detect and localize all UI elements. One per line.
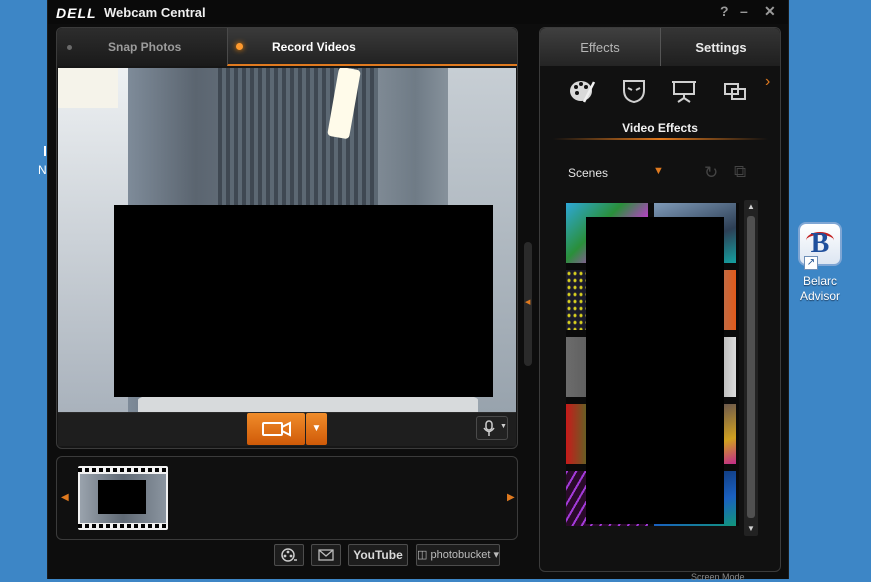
tab-indicator-off	[67, 45, 72, 50]
tab-effects[interactable]: Effects	[540, 28, 660, 66]
effects-more-arrow[interactable]: ›	[765, 73, 770, 91]
belarc-icon: B ↗	[798, 222, 842, 270]
redacted-region	[586, 217, 724, 524]
tab-settings-label: Settings	[695, 40, 747, 55]
tab-snap-photos-label: Snap Photos	[108, 40, 182, 54]
overlay-frames-icon[interactable]	[721, 78, 749, 104]
filmstrip-prev-arrow[interactable]: ◀	[61, 492, 69, 503]
copy-icon: ⧉	[734, 162, 747, 181]
collapse-arrow-icon: ◀	[525, 299, 531, 306]
scroll-down-arrow[interactable]: ▼	[744, 524, 758, 533]
help-button[interactable]: ?	[720, 3, 729, 19]
desktop-label-fragment: N	[38, 163, 47, 177]
chevron-down-icon: ▼	[500, 423, 507, 430]
panel-collapse-handle[interactable]: ◀	[524, 242, 532, 366]
tab-snap-photos[interactable]: Snap Photos	[57, 28, 227, 66]
palette-icon[interactable]	[568, 78, 596, 104]
title-underline	[553, 138, 768, 140]
photobucket-button[interactable]: ◫ photobucket ▾	[416, 544, 500, 566]
webcam-central-window: DELL Webcam Central ? – ✕ Snap Photos Re…	[47, 0, 789, 582]
desktop-icon-fragment	[44, 146, 46, 156]
recorded-video-thumbnail[interactable]	[78, 466, 168, 530]
tab-record-videos[interactable]: Record Videos	[227, 28, 517, 66]
youtube-button[interactable]: YouTube	[348, 544, 408, 566]
close-button[interactable]: ✕	[764, 3, 776, 20]
film-reel-icon	[281, 548, 297, 562]
redacted-region	[114, 205, 493, 397]
film-perforation-top	[78, 468, 168, 472]
tab-settings[interactable]: Settings	[660, 28, 780, 66]
chevron-down-icon: ▾	[490, 549, 499, 561]
thumbnail-redacted-region	[98, 480, 146, 514]
presentation-icon[interactable]	[670, 78, 698, 104]
scrollbar-thumb[interactable]	[747, 216, 755, 518]
chevron-down-icon[interactable]: ▼	[653, 165, 664, 177]
film-perforation-bottom	[78, 524, 168, 528]
window-title: Webcam Central	[104, 5, 206, 20]
filmstrip-next-arrow[interactable]: ▶	[507, 492, 515, 503]
preview-ceiling-light	[58, 68, 118, 108]
refresh-icon: ↻	[704, 163, 719, 182]
video-camera-icon	[262, 421, 291, 437]
photobucket-label: photobucket	[430, 549, 491, 561]
record-options-dropdown[interactable]: ▼	[306, 413, 327, 445]
minimize-button[interactable]: –	[740, 3, 748, 19]
email-icon	[318, 549, 334, 561]
dell-logo: DELL	[56, 5, 97, 21]
scenes-thumbnail-grid	[566, 203, 739, 526]
email-button[interactable]	[311, 544, 341, 566]
scroll-up-arrow[interactable]: ▲	[744, 202, 758, 211]
tab-indicator-on	[236, 43, 243, 50]
belarc-advisor-shortcut[interactable]: B ↗ Belarc Advisor	[790, 220, 850, 304]
scenes-dropdown-label[interactable]: Scenes	[568, 166, 608, 180]
microphone-icon	[483, 420, 495, 436]
tab-effects-label: Effects	[580, 40, 620, 55]
microphone-button[interactable]: ▼	[476, 416, 508, 440]
shortcut-arrow-icon: ↗	[804, 256, 818, 270]
avatar-mask-icon[interactable]	[620, 78, 648, 104]
film-reel-button[interactable]	[274, 544, 304, 566]
camera-icon: ◫	[417, 549, 431, 561]
video-preview	[58, 68, 516, 412]
belarc-label: Belarc Advisor	[799, 274, 840, 303]
bottom-label-fragment: Screen Mode	[691, 572, 745, 582]
tab-record-videos-label: Record Videos	[272, 40, 356, 54]
video-effects-title: Video Effects	[622, 121, 698, 135]
record-button[interactable]	[247, 413, 305, 445]
